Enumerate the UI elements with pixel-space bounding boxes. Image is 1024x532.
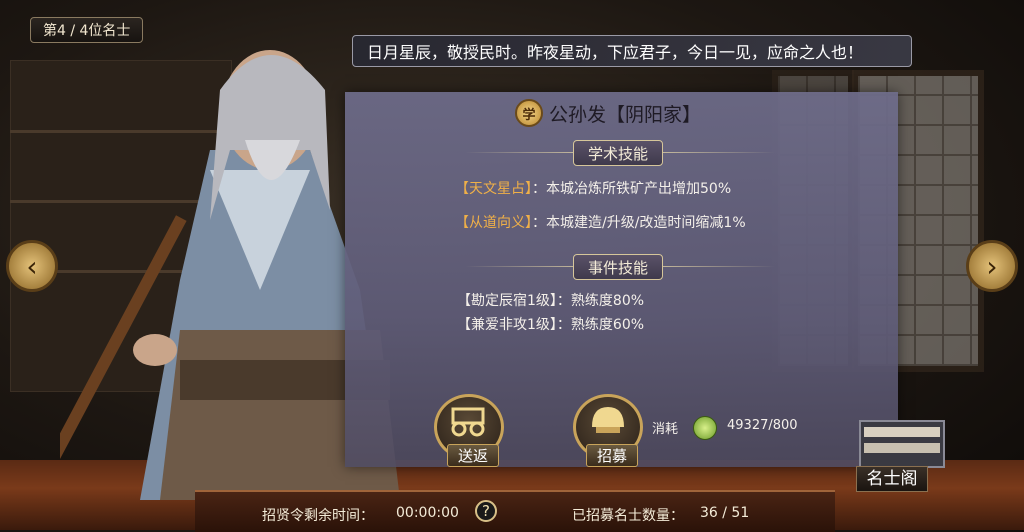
next-scholar-button[interactable]: › (966, 240, 1018, 292)
academic-skill-1: 【天文星占】：本城冶炼所铁矿产出增加50% (455, 178, 731, 198)
academic-skills-heading: 学术技能 (573, 140, 664, 166)
scholar-name: 公孙发【阴阳家】 (549, 103, 702, 126)
recruit-label: 招募 (586, 444, 638, 467)
event-skills-heading: 事件技能 (573, 254, 664, 280)
jade-coin-icon (693, 416, 717, 440)
recruited-count-label: 已招募名士数量： (572, 508, 684, 524)
help-button[interactable]: ? (475, 500, 497, 522)
recruit-timer-label: 招贤令剩余时间： (262, 508, 374, 524)
panel-title: 学 公孙发【阴阳家】 (515, 96, 725, 130)
cost-value: 49327/800 (727, 418, 798, 433)
scholar-counter: 第4 / 4位名士 (30, 17, 144, 43)
skill-name: 【从道向义】 (455, 215, 532, 231)
recruit-button[interactable]: 招募 (573, 394, 643, 467)
event-skill-2: 【兼爱非攻1级】：熟练度60% (457, 317, 645, 333)
speech-bubble: 日月星辰，敬授民时。昨夜星动，下应君子，今日一见，应命之人也！ (352, 35, 912, 67)
recruit-timer-value: 00:00:00 (396, 505, 459, 521)
scholar-hall-label[interactable]: 名士阁 (856, 466, 928, 492)
skill-name: 【天文星占】 (455, 181, 532, 197)
skill-desc: ：本城建造/升级/改造时间缩减1% (532, 215, 746, 231)
chevron-right-icon: › (986, 249, 998, 283)
send-back-button[interactable]: 送返 (434, 394, 504, 467)
helmet-icon (592, 407, 624, 433)
recruited-count-value: 36 / 51 (700, 505, 750, 521)
previous-scholar-button[interactable]: ‹ (6, 240, 58, 292)
send-back-label: 送返 (447, 444, 499, 467)
book-case-icon (859, 420, 945, 468)
cart-icon (451, 407, 485, 437)
academic-skill-2: 【从道向义】：本城建造/升级/改造时间缩减1% (455, 212, 746, 232)
event-skill-1: 【勘定辰宿1级】：熟练度80% (457, 293, 645, 309)
academy-seal-icon: 学 (515, 99, 543, 127)
skill-desc: ：本城冶炼所铁矿产出增加50% (532, 181, 732, 197)
chevron-left-icon: ‹ (26, 249, 38, 283)
cost-label: 消耗 (652, 422, 679, 437)
